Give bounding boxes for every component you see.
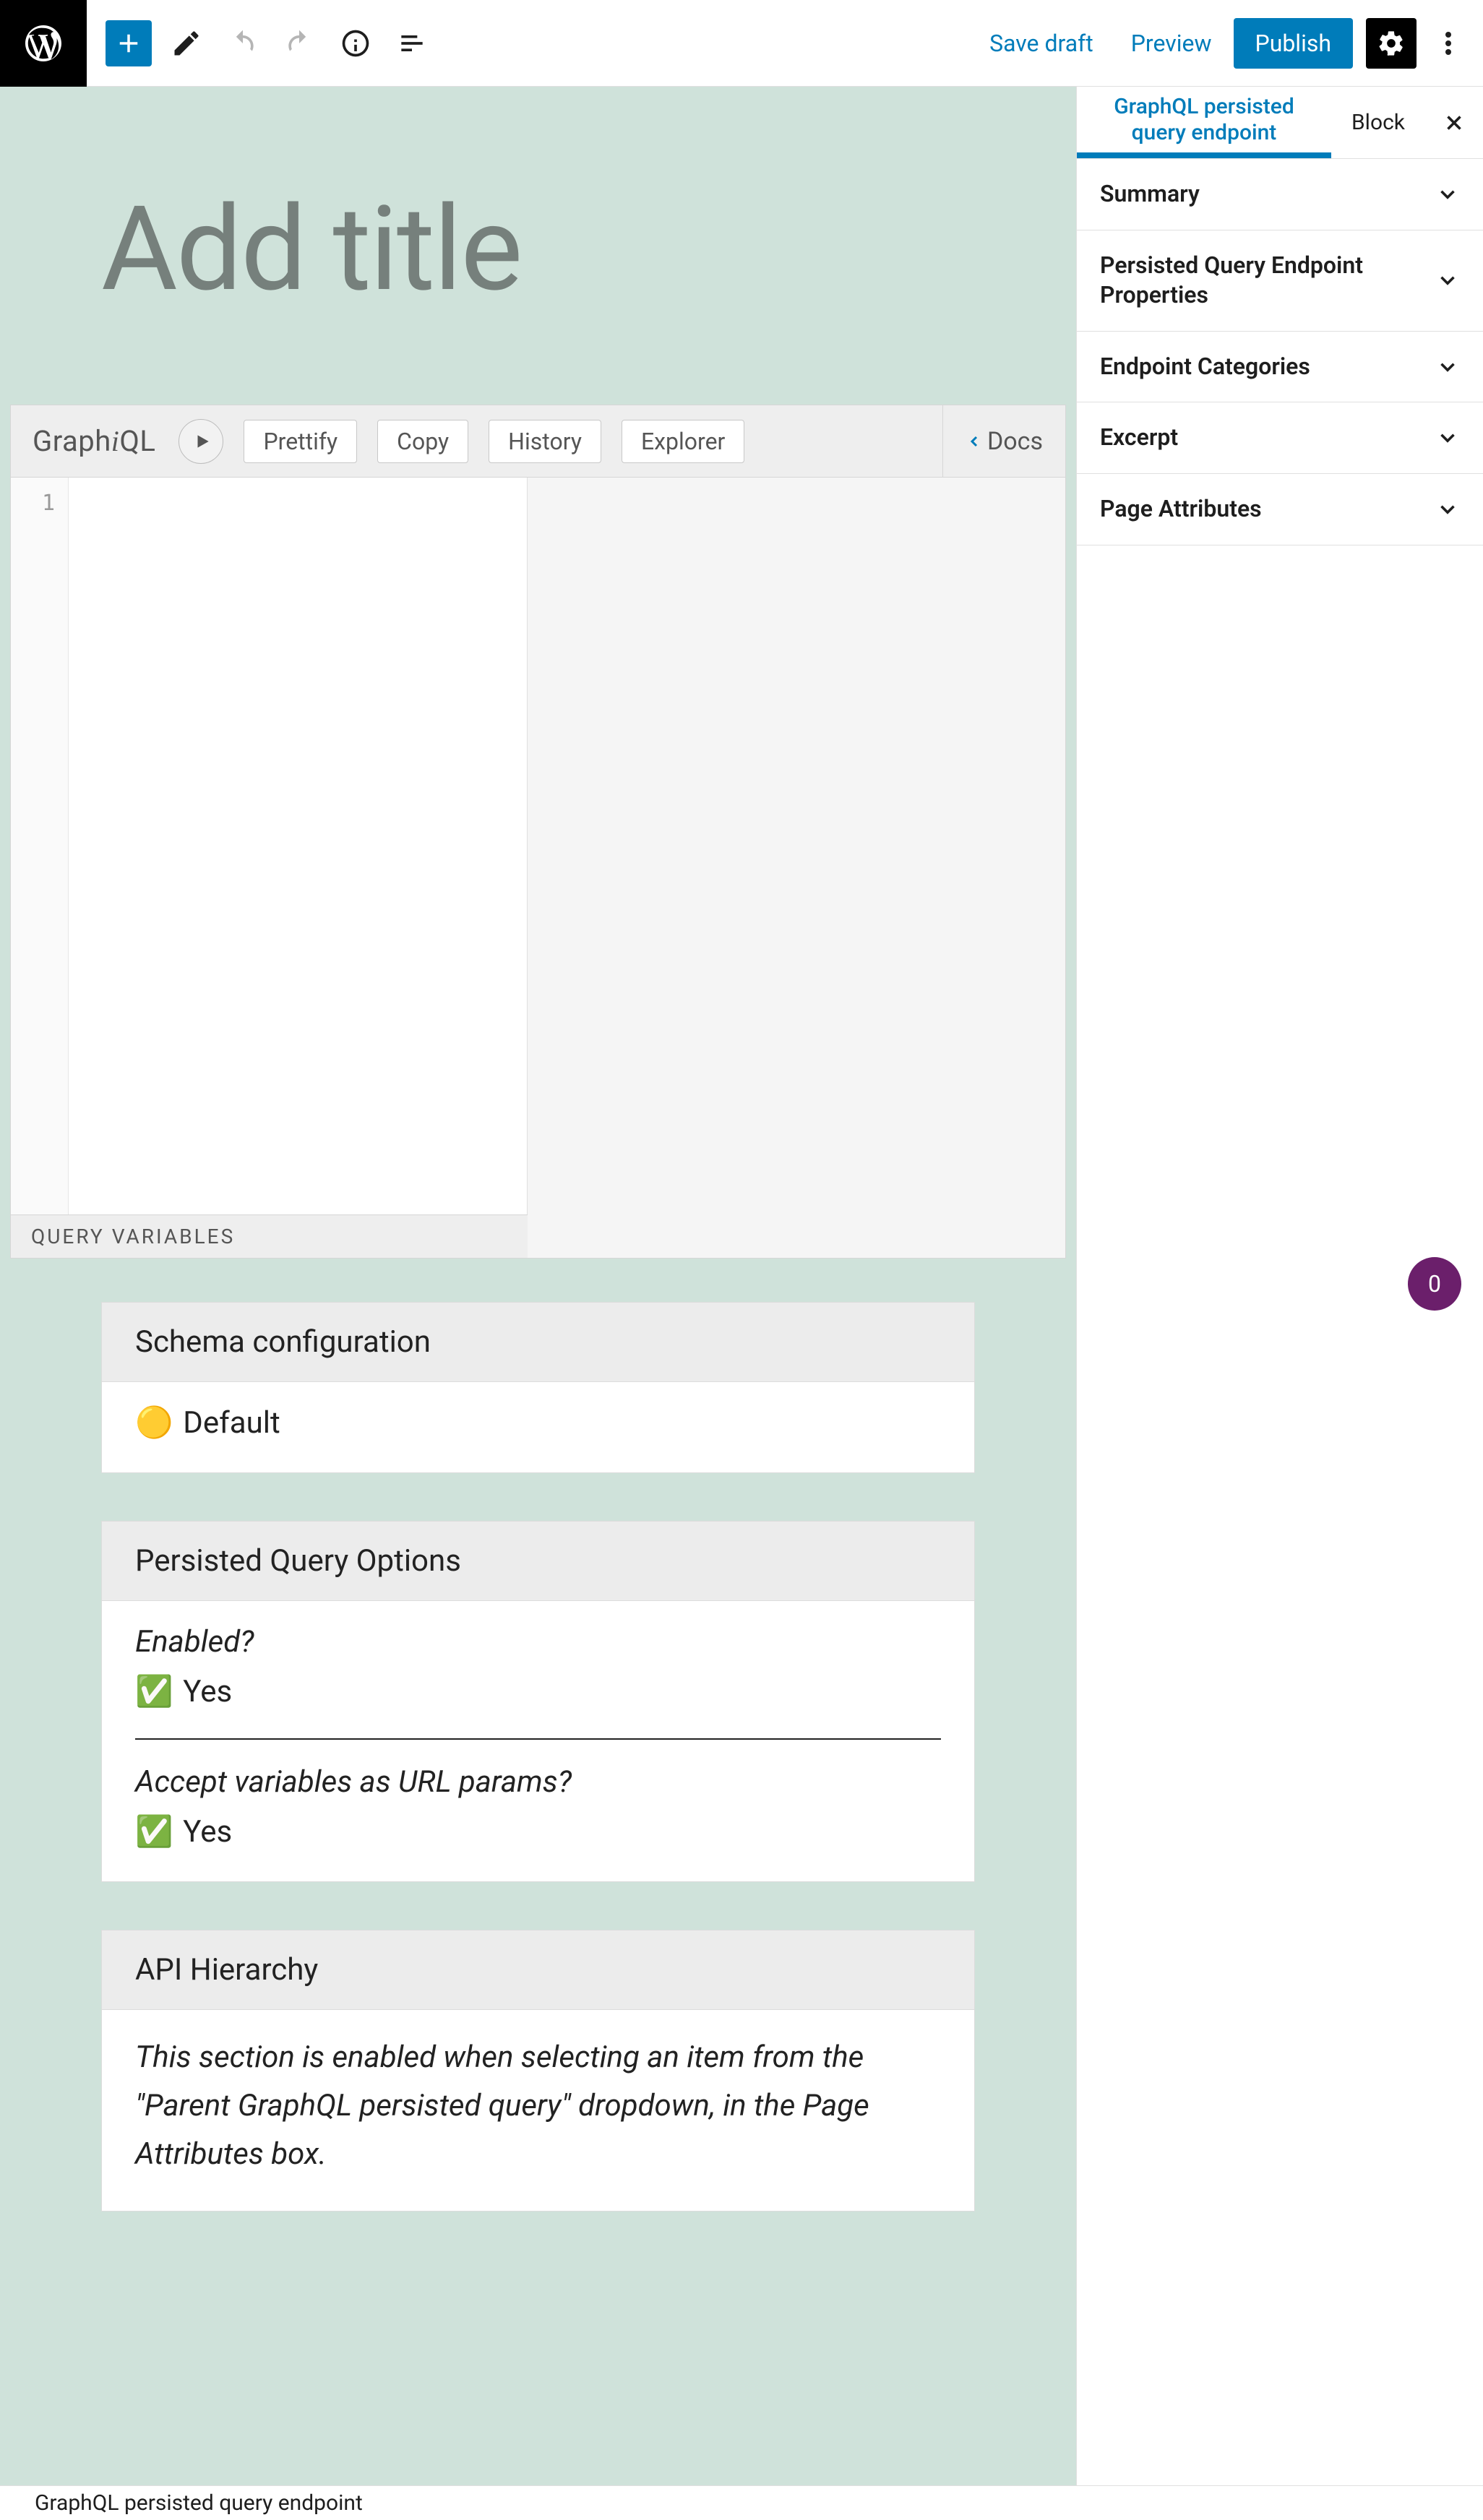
accept-vars-value[interactable]: ✅ Yes [135, 1814, 941, 1850]
result-pane [528, 478, 1065, 1258]
schema-config-card: Schema configuration 🟡 Default [101, 1302, 975, 1473]
check-icon: ✅ [135, 1674, 173, 1709]
redo-button[interactable] [278, 22, 321, 65]
info-icon [340, 27, 371, 59]
query-editor[interactable] [69, 478, 528, 1214]
schema-config-value[interactable]: 🟡 Default [135, 1405, 941, 1441]
prettify-button[interactable]: Prettify [244, 420, 357, 463]
query-variables-label: QUERY VARIABLES [31, 1225, 235, 1248]
api-hierarchy-body: This section is enabled when selecting a… [135, 2033, 941, 2179]
wordpress-icon [22, 22, 65, 65]
top-toolbar: Save draft Preview Publish [0, 0, 1483, 87]
plus-icon [113, 28, 144, 59]
redo-icon [283, 27, 315, 59]
copy-button[interactable]: Copy [377, 420, 468, 463]
undo-button[interactable] [221, 22, 265, 65]
gear-icon [1377, 29, 1406, 58]
enabled-value-text: Yes [183, 1674, 232, 1709]
sidebar-tabs: GraphQL persisted query endpoint Block [1077, 87, 1483, 159]
chevron-down-icon [1435, 497, 1460, 522]
play-icon [193, 432, 212, 451]
panel-summary[interactable]: Summary [1077, 159, 1483, 230]
circle-icon: 🟡 [135, 1405, 173, 1441]
post-title-input[interactable]: Add title [101, 181, 975, 318]
docs-toggle[interactable]: Docs [942, 405, 1065, 477]
query-variables-toggle[interactable]: QUERY VARIABLES [11, 1214, 528, 1258]
persisted-options-header: Persisted Query Options [102, 1522, 974, 1601]
chevron-left-icon [966, 433, 983, 450]
chevron-down-icon [1435, 355, 1460, 379]
notification-badge[interactable]: 0 [1408, 1257, 1461, 1311]
close-sidebar-button[interactable] [1425, 87, 1483, 158]
edit-tool-button[interactable] [165, 22, 208, 65]
outline-button[interactable] [390, 22, 434, 65]
execute-button[interactable] [179, 419, 223, 464]
panel-page-attributes[interactable]: Page Attributes [1077, 474, 1483, 545]
settings-sidebar: GraphQL persisted query endpoint Block S… [1076, 87, 1483, 2485]
accept-vars-value-text: Yes [183, 1814, 232, 1850]
check-icon: ✅ [135, 1814, 173, 1850]
block-breadcrumb: GraphQL persisted query endpoint [0, 2485, 1483, 2520]
panel-excerpt[interactable]: Excerpt [1077, 402, 1483, 474]
more-options-button[interactable] [1427, 22, 1470, 65]
graphiql-block: GraphiQL Prettify Copy History Explorer … [10, 405, 1066, 1259]
graphiql-toolbar: GraphiQL Prettify Copy History Explorer … [11, 405, 1065, 478]
schema-config-value-text: Default [183, 1405, 280, 1441]
pencil-icon [171, 27, 202, 59]
enabled-value[interactable]: ✅ Yes [135, 1674, 941, 1709]
wp-logo[interactable] [0, 0, 87, 87]
persisted-options-card: Persisted Query Options Enabled? ✅ Yes A… [101, 1521, 975, 1882]
preview-button[interactable]: Preview [1115, 20, 1228, 67]
graphiql-logo: GraphiQL [33, 424, 155, 458]
api-hierarchy-card: API Hierarchy This section is enabled wh… [101, 1930, 975, 2212]
publish-button[interactable]: Publish [1234, 18, 1354, 69]
info-button[interactable] [334, 22, 377, 65]
panel-endpoint-properties[interactable]: Persisted Query Endpoint Properties [1077, 230, 1483, 332]
tab-document[interactable]: GraphQL persisted query endpoint [1077, 87, 1331, 158]
enabled-question: Enabled? [135, 1624, 941, 1660]
chevron-down-icon [1435, 182, 1460, 207]
undo-icon [227, 27, 259, 59]
api-hierarchy-header: API Hierarchy [102, 1930, 974, 2010]
chevron-down-icon [1435, 426, 1460, 450]
save-draft-button[interactable]: Save draft [973, 20, 1109, 67]
kebab-icon [1445, 31, 1451, 56]
add-block-button[interactable] [106, 20, 152, 66]
schema-config-header: Schema configuration [102, 1303, 974, 1382]
docs-label: Docs [987, 427, 1043, 456]
editor-canvas[interactable]: Add title GraphiQL Prettify Copy History… [0, 87, 1076, 2485]
close-icon [1442, 111, 1466, 135]
divider [135, 1738, 941, 1740]
panel-endpoint-categories[interactable]: Endpoint Categories [1077, 332, 1483, 403]
tab-block[interactable]: Block [1331, 87, 1425, 158]
explorer-button[interactable]: Explorer [622, 420, 744, 463]
editor-gutter: 1 [11, 478, 69, 1214]
accept-vars-question: Accept variables as URL params? [135, 1764, 941, 1800]
settings-toggle[interactable] [1366, 18, 1417, 69]
list-view-icon [396, 27, 428, 59]
breadcrumb-item[interactable]: GraphQL persisted query endpoint [35, 2490, 363, 2516]
history-button[interactable]: History [489, 420, 601, 463]
chevron-down-icon [1435, 268, 1460, 293]
